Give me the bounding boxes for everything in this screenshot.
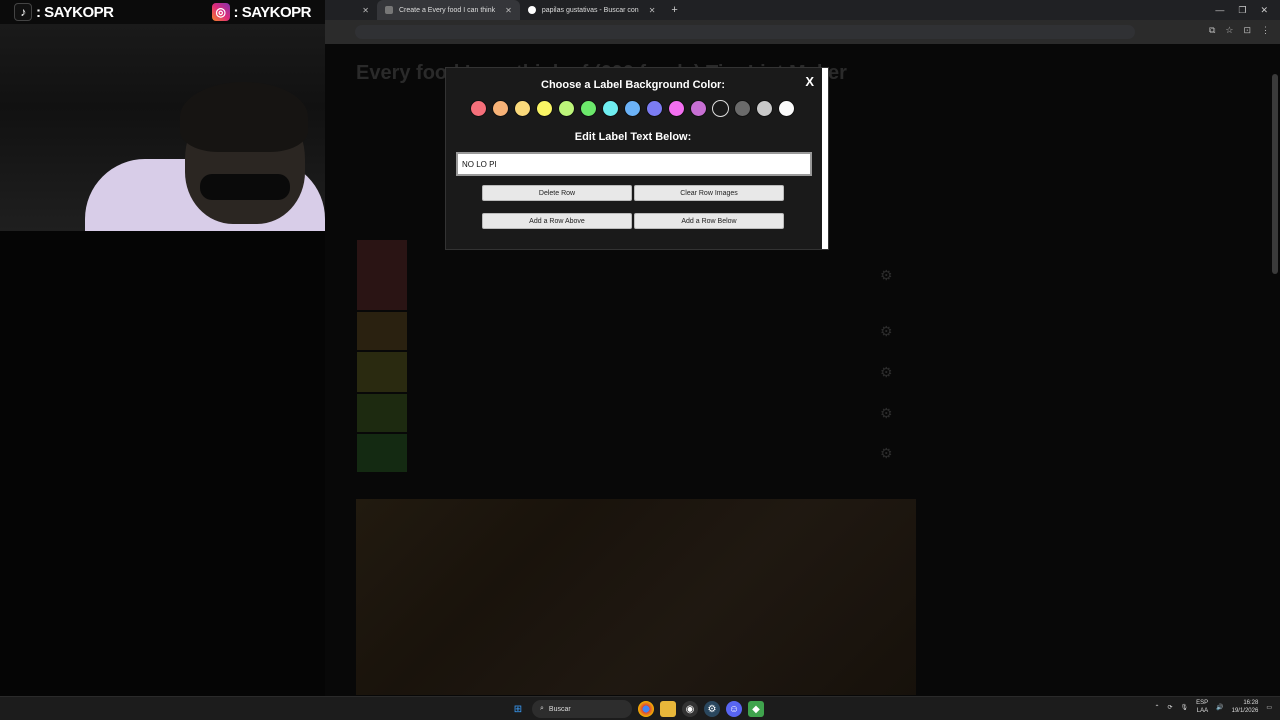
- color-swatch[interactable]: [712, 100, 729, 117]
- color-swatch[interactable]: [492, 100, 509, 117]
- color-swatch[interactable]: [602, 100, 619, 117]
- close-icon[interactable]: ✕: [649, 6, 656, 15]
- color-swatch[interactable]: [668, 100, 685, 117]
- tab-previous-close[interactable]: ✕: [325, 0, 377, 20]
- clock-date: 19/1/2026: [1231, 708, 1259, 714]
- tiktok-handle-text: : SAYKOPR: [36, 3, 114, 21]
- page-scrollbar[interactable]: [1272, 74, 1278, 274]
- menu-icon[interactable]: ⋮: [1261, 25, 1270, 36]
- new-tab-button[interactable]: +: [663, 4, 685, 16]
- browser-tab-bar: ✕ Create a Every food I can think ✕ papi…: [325, 0, 1280, 20]
- tier-row-label[interactable]: [357, 394, 407, 432]
- translate-icon[interactable]: ⧉: [1209, 25, 1215, 36]
- webcam-person-hair: [180, 82, 308, 152]
- microphone-icon[interactable]: 🎙: [1181, 704, 1189, 711]
- color-swatch[interactable]: [470, 100, 487, 117]
- taskbar-search[interactable]: ⌕ Buscar: [532, 700, 632, 718]
- clock[interactable]: 16:28 19/1/2026: [1232, 699, 1259, 715]
- system-tray: ⌃ ⟳ 🎙 ESP LAA 🔊 16:28 19/1/2026 ▭: [1154, 699, 1272, 715]
- taskbar: ⊞ ⌕ Buscar ◉ ⚙ ☺ ◆ ⌃ ⟳ 🎙 ESP LAA 🔊 16:28…: [0, 696, 1280, 720]
- tier-row-label[interactable]: [357, 240, 407, 310]
- google-favicon-icon: [527, 6, 536, 14]
- gear-icon[interactable]: ⚙: [880, 323, 893, 340]
- search-icon: ⌕: [540, 705, 544, 712]
- volume-icon[interactable]: 🔊: [1216, 704, 1223, 711]
- chrome-icon[interactable]: [638, 701, 654, 717]
- window-controls: — ❐ ✕: [1215, 5, 1280, 16]
- search-label: Buscar: [548, 705, 571, 713]
- lang-top: ESP: [1196, 700, 1209, 706]
- minimize-button[interactable]: —: [1215, 5, 1224, 16]
- gear-icon[interactable]: ⚙: [880, 364, 893, 381]
- text-heading: Edit Label Text Below:: [574, 131, 692, 143]
- tiktok-handle: ♪ : SAYKOPR: [14, 3, 114, 21]
- app-icon[interactable]: ◆: [748, 701, 764, 717]
- close-icon[interactable]: ✕: [505, 6, 512, 15]
- file-explorer-icon[interactable]: [660, 701, 676, 717]
- close-window-button[interactable]: ✕: [1260, 5, 1268, 16]
- instagram-handle: ◎ : SAYKOPR: [211, 3, 312, 21]
- address-bar[interactable]: [355, 25, 1135, 39]
- color-swatch[interactable]: [580, 100, 597, 117]
- streamer-overlay: ♪ : SAYKOPR ◎ : SAYKOPR: [0, 0, 325, 231]
- social-bar: ♪ : SAYKOPR ◎ : SAYKOPR: [0, 0, 325, 24]
- tier-row-label[interactable]: [357, 434, 407, 472]
- browser-tools: ⧉ ☆ ⊡ ⋮: [1209, 25, 1270, 36]
- language-indicator[interactable]: ESP LAA: [1196, 699, 1208, 715]
- gear-icon[interactable]: ⚙: [880, 267, 893, 284]
- color-swatch[interactable]: [778, 100, 795, 117]
- lang-bottom: LAA: [1196, 708, 1209, 714]
- add-row-above-button[interactable]: Add a Row Above: [482, 213, 632, 229]
- tab-tier-list[interactable]: Create a Every food I can think ✕: [377, 0, 520, 20]
- webcam-feed: [0, 24, 325, 231]
- image-pool: [356, 499, 916, 695]
- notifications-icon[interactable]: ▭: [1266, 704, 1272, 711]
- tab-label: papilas gustativas - Buscar con: [541, 6, 639, 14]
- color-swatch[interactable]: [624, 100, 641, 117]
- clear-row-images-button[interactable]: Clear Row Images: [634, 185, 784, 201]
- tiktok-icon: ♪: [14, 3, 32, 21]
- color-swatch[interactable]: [756, 100, 773, 117]
- maximize-button[interactable]: ❐: [1238, 5, 1246, 16]
- instagram-icon: ◎: [211, 3, 230, 21]
- gear-icon[interactable]: ⚙: [880, 405, 893, 422]
- extensions-icon[interactable]: ⊡: [1243, 25, 1251, 36]
- gear-icon[interactable]: ⚙: [880, 445, 893, 462]
- color-swatch[interactable]: [558, 100, 575, 117]
- label-text-input[interactable]: NO LO PI: [456, 152, 812, 176]
- row-settings-modal: X Choose a Label Background Color: Edit …: [445, 67, 829, 250]
- instagram-handle-text: : SAYKOPR: [233, 3, 312, 21]
- add-row-below-button[interactable]: Add a Row Below: [634, 213, 784, 229]
- delete-row-button[interactable]: Delete Row: [482, 185, 632, 201]
- color-swatch[interactable]: [536, 100, 553, 117]
- steam-icon[interactable]: ⚙: [704, 701, 720, 717]
- tab-label: Create a Every food I can think: [399, 6, 496, 14]
- taskbar-apps: ⊞ ⌕ Buscar ◉ ⚙ ☺ ◆: [510, 700, 764, 718]
- color-swatch[interactable]: [646, 100, 663, 117]
- screen: ♪ : SAYKOPR ◎ : SAYKOPR ✕ Create a Every…: [0, 0, 1280, 720]
- modal-scrollbar[interactable]: [822, 68, 828, 249]
- chevron-up-icon[interactable]: ⌃: [1154, 704, 1159, 711]
- bookmark-star-icon[interactable]: ☆: [1225, 25, 1233, 36]
- start-windows-icon[interactable]: ⊞: [510, 701, 526, 717]
- color-heading: Choose a Label Background Color:: [541, 79, 725, 91]
- color-swatches: [470, 100, 795, 117]
- clock-time: 16:28: [1243, 700, 1259, 706]
- obs-studio-icon[interactable]: ◉: [682, 701, 698, 717]
- close-icon[interactable]: ✕: [362, 6, 369, 15]
- browser-toolbar: ⧉ ☆ ⊡ ⋮: [325, 20, 1280, 44]
- tab-google-search[interactable]: papilas gustativas - Buscar con ✕: [520, 0, 664, 20]
- webcam-person-sunglasses: [200, 174, 290, 200]
- tier-row-label[interactable]: [357, 312, 407, 350]
- tier-row-label[interactable]: [357, 352, 407, 392]
- color-swatch[interactable]: [734, 100, 751, 117]
- sync-icon[interactable]: ⟳: [1167, 704, 1172, 711]
- tiermaker-favicon-icon: [385, 6, 393, 14]
- color-swatch[interactable]: [690, 100, 707, 117]
- discord-icon[interactable]: ☺: [726, 701, 742, 717]
- color-swatch[interactable]: [514, 100, 531, 117]
